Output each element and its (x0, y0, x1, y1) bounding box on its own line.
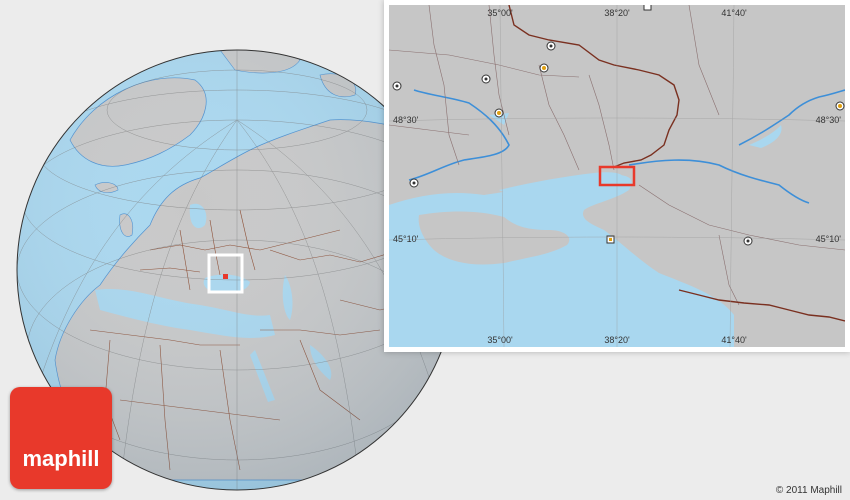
inset-lat-label-right: 45°10' (816, 234, 842, 244)
copyright-notice: © 2011 Maphill (775, 485, 842, 496)
inset-lon-label-bottom: 41°40' (721, 335, 747, 345)
inset-lon-label-bottom: 38°20' (604, 335, 630, 345)
maphill-logo-text: maphill (22, 446, 100, 471)
globe-locator-marker (223, 274, 228, 279)
map-stage: 35°00' 38°20' 41°40' 35°00' 38°20' 41°40… (0, 0, 850, 500)
inset-lon-label-top: 38°20' (604, 8, 630, 18)
inset-lon-label-top: 41°40' (721, 8, 747, 18)
inset-map: 35°00' 38°20' 41°40' 35°00' 38°20' 41°40… (389, 5, 845, 347)
inset-lat-label-left: 48°30' (393, 115, 419, 125)
inset-lon-label-top: 35°00' (487, 8, 513, 18)
inset-lon-label-bottom: 35°00' (487, 335, 513, 345)
maphill-logo[interactable]: maphill (10, 387, 112, 489)
inset-lat-label-right: 48°30' (816, 115, 842, 125)
inset-lat-label-left: 45°10' (393, 234, 419, 244)
